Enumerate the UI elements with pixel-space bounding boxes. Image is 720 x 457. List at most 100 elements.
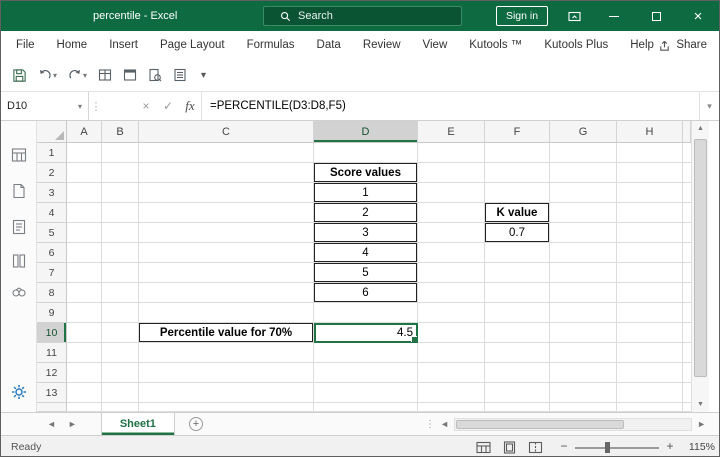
cell-D13[interactable] [314, 383, 418, 403]
cell-F5[interactable]: 0.7 [485, 223, 550, 243]
row-header-9[interactable]: 9 [37, 303, 67, 323]
cell-C10[interactable]: Percentile value for 70% [139, 323, 314, 343]
cell-H8[interactable] [617, 283, 683, 303]
qat-list-button[interactable] [170, 64, 190, 86]
row-header-11[interactable]: 11 [37, 343, 67, 363]
cell-A3[interactable] [67, 183, 102, 203]
ribbon-tab-formulas[interactable]: Formulas [236, 31, 306, 59]
panel-worksheet-icon[interactable] [11, 183, 27, 199]
panel-find-icon[interactable] [11, 285, 27, 301]
cell-H10[interactable] [617, 323, 683, 343]
cell-A10[interactable] [67, 323, 102, 343]
cell-G1[interactable] [550, 143, 617, 163]
cell-G8[interactable] [550, 283, 617, 303]
cell-C1[interactable] [139, 143, 314, 163]
cell-G5[interactable] [550, 223, 617, 243]
cell-D10[interactable]: 4.5 [314, 323, 418, 343]
cell-A12[interactable] [67, 363, 102, 383]
cell-E3[interactable] [418, 183, 485, 203]
cell-A11[interactable] [67, 343, 102, 363]
scroll-down-icon[interactable]: ▼ [692, 397, 709, 412]
cell-G6[interactable] [550, 243, 617, 263]
cell-G10[interactable] [550, 323, 617, 343]
cell-C5[interactable] [139, 223, 314, 243]
cell-D3[interactable]: 1 [314, 183, 418, 203]
cell-H7[interactable] [617, 263, 683, 283]
normal-view-button[interactable] [475, 439, 492, 456]
cell-H4[interactable] [617, 203, 683, 223]
cell-A1[interactable] [67, 143, 102, 163]
cell-H12[interactable] [617, 363, 683, 383]
cell-C7[interactable] [139, 263, 314, 283]
hscroll-left-icon[interactable]: ◄ [435, 419, 454, 429]
page-layout-view-button[interactable] [501, 439, 518, 456]
column-header-F[interactable]: F [485, 121, 550, 143]
cell-D9[interactable] [314, 303, 418, 323]
cell-D8[interactable]: 6 [314, 283, 418, 303]
insert-function-button[interactable]: fx [179, 92, 201, 120]
column-header-D[interactable]: D [314, 121, 418, 143]
sheet-nav-right-icon[interactable]: ► [62, 419, 83, 429]
cell-D12[interactable] [314, 363, 418, 383]
ribbon-tab-kutools-plus[interactable]: Kutools Plus [533, 31, 619, 59]
cell-C13[interactable] [139, 383, 314, 403]
cell-E2[interactable] [418, 163, 485, 183]
cell-C12[interactable] [139, 363, 314, 383]
cell-B11[interactable] [102, 343, 139, 363]
cell-G11[interactable] [550, 343, 617, 363]
cell-G12[interactable] [550, 363, 617, 383]
search-box[interactable]: Search [263, 6, 462, 26]
hscroll-right-icon[interactable]: ► [692, 419, 711, 429]
cell-A8[interactable] [67, 283, 102, 303]
zoom-out-button[interactable]: − [557, 439, 571, 456]
cell-C4[interactable] [139, 203, 314, 223]
cell-H11[interactable] [617, 343, 683, 363]
name-box-dropdown-icon[interactable]: ▾ [78, 102, 82, 111]
cell-G7[interactable] [550, 263, 617, 283]
column-header-B[interactable]: B [102, 121, 139, 143]
cell-B4[interactable] [102, 203, 139, 223]
cell-A13[interactable] [67, 383, 102, 403]
close-button[interactable]: × [683, 1, 713, 31]
expand-formula-bar-icon[interactable]: ▾ [699, 92, 719, 120]
cell-E9[interactable] [418, 303, 485, 323]
undo-dropdown-icon[interactable]: ▾ [53, 71, 57, 80]
row-header-12[interactable]: 12 [37, 363, 67, 383]
ribbon-tab-page-layout[interactable]: Page Layout [149, 31, 236, 59]
cell-F6[interactable] [485, 243, 550, 263]
zoom-in-button[interactable]: + [663, 439, 677, 456]
cell-B10[interactable] [102, 323, 139, 343]
cell-D2[interactable]: Score values [314, 163, 418, 183]
cell-H2[interactable] [617, 163, 683, 183]
cell-B12[interactable] [102, 363, 139, 383]
cell-B2[interactable] [102, 163, 139, 183]
cell-C9[interactable] [139, 303, 314, 323]
sign-in-button[interactable]: Sign in [496, 6, 548, 26]
column-header-E[interactable]: E [418, 121, 485, 143]
formula-input[interactable]: =PERCENTILE(D3:D8,F5) [201, 92, 699, 120]
select-all-corner[interactable] [37, 121, 67, 143]
row-header-6[interactable]: 6 [37, 243, 67, 263]
cell-C2[interactable] [139, 163, 314, 183]
column-header-C[interactable]: C [139, 121, 314, 143]
cell-A7[interactable] [67, 263, 102, 283]
cell-G2[interactable] [550, 163, 617, 183]
row-header-5[interactable]: 5 [37, 223, 67, 243]
cell-E10[interactable] [418, 323, 485, 343]
cell-F3[interactable] [485, 183, 550, 203]
formula-bar-resize-handle[interactable]: ⋮ [89, 100, 103, 113]
cell-A6[interactable] [67, 243, 102, 263]
cell-E8[interactable] [418, 283, 485, 303]
cell-F9[interactable] [485, 303, 550, 323]
cell-C6[interactable] [139, 243, 314, 263]
row-header-13[interactable]: 13 [37, 383, 67, 403]
cell-C11[interactable] [139, 343, 314, 363]
panel-workbook-icon[interactable] [11, 147, 27, 163]
cell-E11[interactable] [418, 343, 485, 363]
cell-H1[interactable] [617, 143, 683, 163]
row-header-1[interactable]: 1 [37, 143, 67, 163]
cell-D11[interactable] [314, 343, 418, 363]
ribbon-tab-data[interactable]: Data [306, 31, 352, 59]
cell-F13[interactable] [485, 383, 550, 403]
zoom-level[interactable]: 115% [681, 441, 715, 453]
